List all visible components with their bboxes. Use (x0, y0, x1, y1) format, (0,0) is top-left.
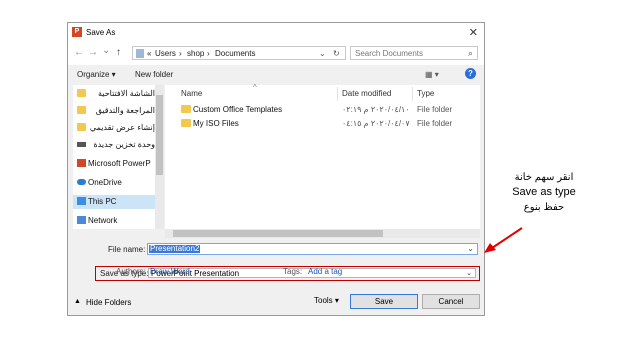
navigation-pane: الشاشة الافتتاحية المراجعة والتدقيق إنشا… (73, 85, 155, 229)
file-name-label: File name: (108, 245, 146, 254)
sidebar-item-folder-3[interactable]: إنشاء عرض تقديمي (73, 121, 155, 135)
sidebar-scroll-thumb[interactable] (156, 95, 163, 175)
sidebar-scrollbar[interactable] (155, 85, 164, 229)
annotation-arrow-icon (484, 227, 523, 253)
breadcrumb-users[interactable]: Users (155, 49, 176, 58)
chevron-up-icon[interactable]: ▲ (74, 298, 81, 305)
save-as-dialog: P Save As ✕ ← → ⌄ ↑ « Users › shop › Doc… (67, 22, 485, 316)
chevron-down-icon[interactable]: ⌄ (466, 269, 472, 277)
address-dropdown-icon[interactable]: ⌄ (319, 49, 326, 58)
breadcrumb-separator: › (179, 49, 182, 58)
column-header-name[interactable]: Name (181, 89, 202, 98)
recent-locations-icon[interactable]: ⌄ (102, 45, 110, 56)
powerpoint-icon (77, 159, 86, 167)
file-list-scroll-thumb[interactable] (173, 230, 383, 237)
organize-button[interactable]: Organize ▾ (77, 70, 116, 79)
save-form: File name: Presentation2 ⌄ Save as type:… (68, 241, 484, 285)
column-divider[interactable] (337, 87, 338, 101)
new-folder-button[interactable]: New folder (135, 70, 173, 79)
authors-value[interactable]: Draw Word (150, 267, 190, 276)
up-folder-icon[interactable]: ↑ (116, 47, 121, 58)
computer-icon (77, 197, 86, 205)
hide-folders-button[interactable]: Hide Folders (86, 298, 131, 307)
breadcrumb-overflow[interactable]: « (147, 49, 151, 58)
sidebar-item-this-pc[interactable]: This PC (73, 195, 155, 209)
file-name-input[interactable]: Presentation2 ⌄ (147, 243, 478, 255)
file-name-value: Presentation2 (149, 244, 201, 253)
cancel-button[interactable]: Cancel (422, 294, 480, 309)
folder-icon (181, 105, 191, 113)
folder-icon (77, 123, 86, 131)
search-icon: ⌕ (467, 48, 473, 58)
column-header-date[interactable]: Date modified (342, 89, 391, 98)
table-row[interactable]: Custom Office Templates ٢٠٢٠/٠٤/١٠ م ٠٢:… (165, 103, 480, 116)
breadcrumb-separator: › (207, 49, 210, 58)
search-placeholder: Search Documents (355, 49, 424, 58)
annotation-line-1: انقر سهم خانة (514, 172, 574, 183)
sidebar-item-drive[interactable]: وحدة تخزين جديدة (73, 138, 155, 152)
sidebar-item-folder-1[interactable]: الشاشة الافتتاحية (73, 87, 155, 101)
annotation-callout: انقر سهم خانة Save as type حفظ بنوع (486, 170, 602, 215)
folder-icon (77, 106, 86, 114)
close-button[interactable]: ✕ (469, 26, 478, 39)
column-divider[interactable] (412, 87, 413, 101)
file-list: ^ Name Date modified Type Custom Office … (165, 83, 480, 229)
search-input[interactable]: Search Documents ⌕ (350, 46, 478, 60)
refresh-icon[interactable]: ↻ (333, 49, 340, 58)
tags-value[interactable]: Add a tag (308, 267, 342, 276)
chevron-down-icon[interactable]: ⌄ (467, 244, 474, 253)
forward-icon[interactable]: → (88, 47, 98, 58)
help-icon[interactable]: ? (465, 68, 476, 79)
table-row[interactable]: My ISO Files ٢٠٢٠/٠٤/٠٧ م ٠٤:١٥ File fol… (165, 117, 480, 130)
tags-label: Tags: (283, 267, 303, 276)
folder-location-icon (136, 49, 144, 58)
column-header-type[interactable]: Type (417, 89, 434, 98)
navigation-bar: ← → ⌄ ↑ « Users › shop › Documents ⌄ ↻ S… (68, 43, 484, 65)
sidebar-item-network[interactable]: Network (73, 214, 155, 228)
back-icon[interactable]: ← (74, 47, 84, 58)
sidebar-item-onedrive[interactable]: OneDrive (73, 176, 155, 190)
sidebar-item-folder-2[interactable]: المراجعة والتدقيق (73, 104, 155, 118)
annotation-line-2: Save as type (512, 186, 576, 198)
address-bar[interactable]: « Users › shop › Documents ⌄ ↻ (132, 46, 346, 60)
save-button[interactable]: Save (350, 294, 418, 309)
folder-icon (77, 89, 86, 97)
cloud-icon (77, 179, 86, 185)
sort-indicator-icon: ^ (253, 83, 257, 92)
file-list-scrollbar[interactable] (165, 229, 480, 238)
annotation-line-3: حفظ بنوع (523, 202, 565, 213)
title-bar: P Save As ✕ (68, 23, 484, 43)
sidebar-item-powerpoint[interactable]: Microsoft PowerP (73, 157, 155, 171)
folder-icon (181, 119, 191, 127)
tools-button[interactable]: Tools ▾ (314, 296, 339, 305)
drive-icon (77, 142, 86, 147)
view-options-icon[interactable]: ▦ ▾ (425, 70, 439, 79)
network-icon (77, 216, 86, 224)
breadcrumb-documents[interactable]: Documents (215, 49, 255, 58)
powerpoint-icon: P (72, 27, 82, 37)
authors-label: Authors: (116, 267, 146, 276)
dialog-footer: ▲ Hide Folders Tools ▾ Save Cancel (68, 291, 484, 315)
dialog-title: Save As (86, 28, 116, 37)
command-bar: Organize ▾ New folder ▦ ▾ ? (68, 65, 484, 85)
breadcrumb-shop[interactable]: shop (187, 49, 204, 58)
